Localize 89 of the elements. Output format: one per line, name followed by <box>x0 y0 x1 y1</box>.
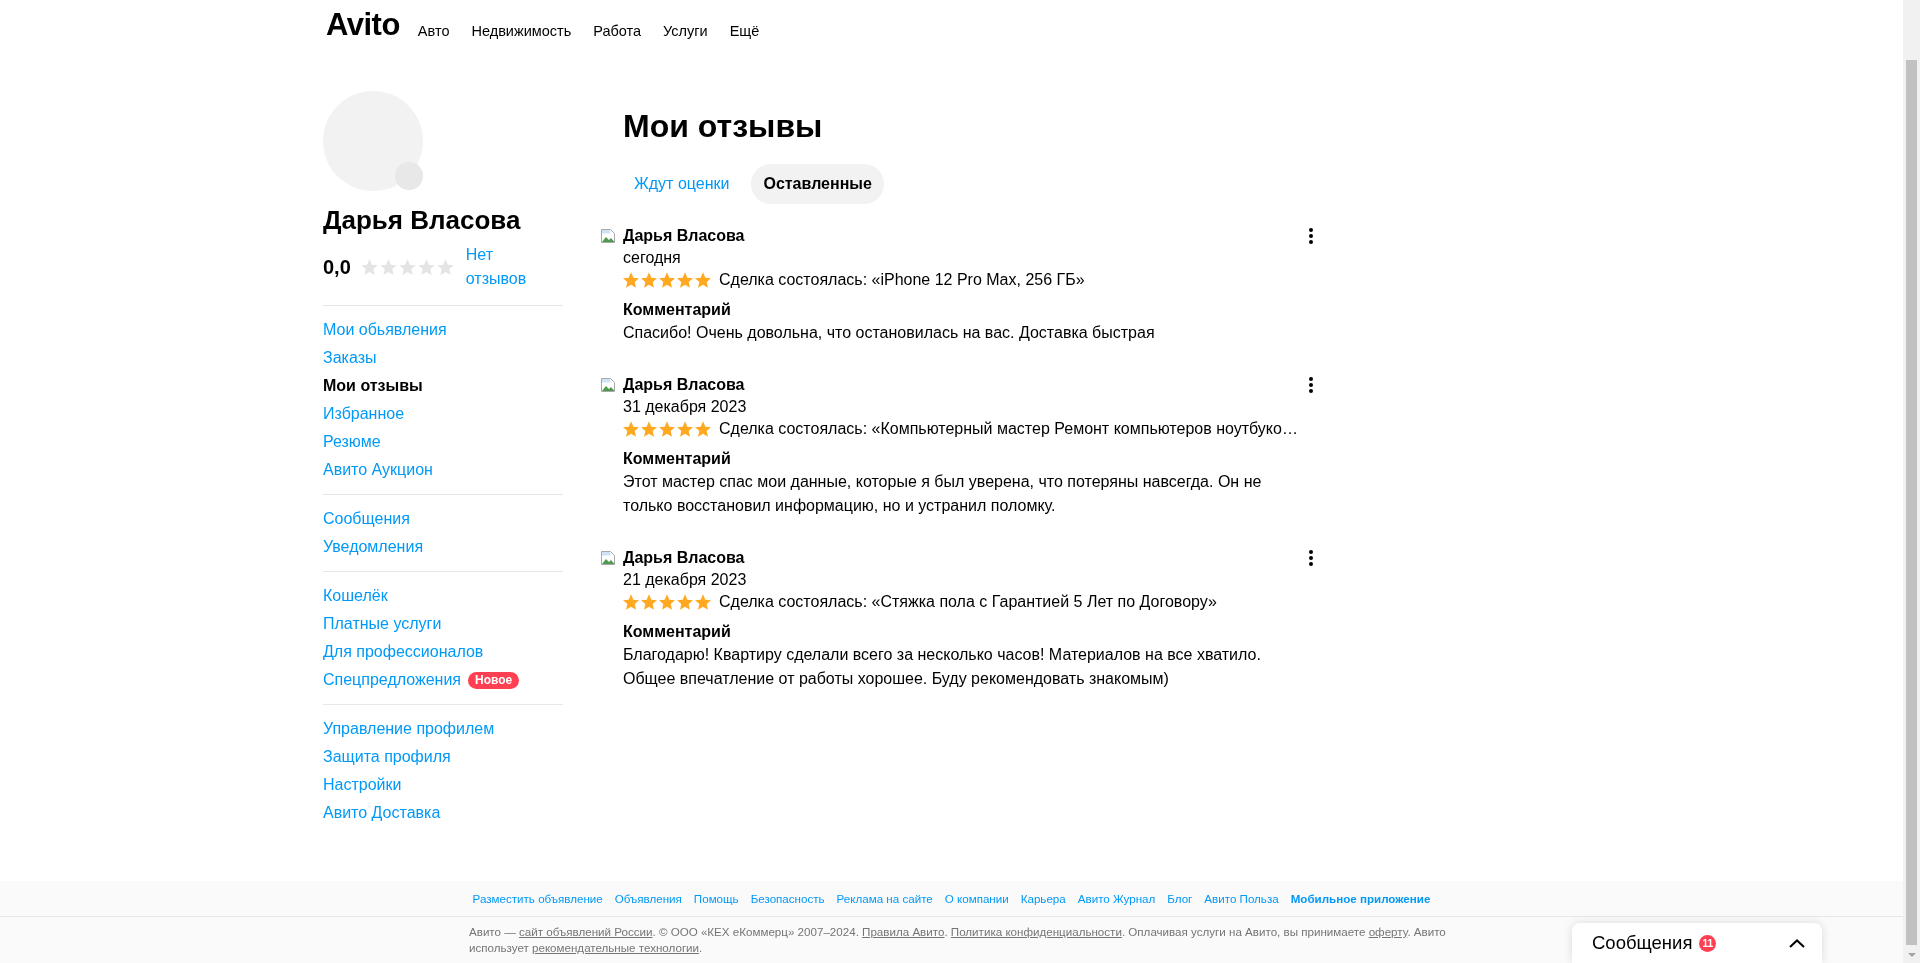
review-date: 21 декабря 2023 <box>623 570 748 590</box>
star-icon <box>623 421 639 437</box>
legal-link[interactable]: Политика конфиденциальности <box>950 925 1122 938</box>
footer-link[interactable]: Безопасность <box>750 892 825 905</box>
nav-link[interactable]: Недвижимость <box>471 23 572 39</box>
tab[interactable]: Оставленные <box>751 164 884 204</box>
star-icon <box>436 259 454 275</box>
star-icon <box>641 594 657 610</box>
sidebar-link[interactable]: Спецпредложения <box>323 666 461 694</box>
broken-image-icon <box>600 228 616 244</box>
more-options-icon[interactable] <box>1309 550 1313 566</box>
review-author: Дарья Власова <box>623 226 745 246</box>
broken-image-icon <box>600 377 616 393</box>
footer-link[interactable]: Мобильное приложение <box>1290 892 1431 905</box>
broken-image-icon <box>600 550 616 566</box>
page-title: Мои отзывы <box>623 107 824 146</box>
sidebar-link[interactable]: Авито Аукцион <box>323 456 433 484</box>
sidebar-link[interactable]: Для профессионалов <box>323 638 484 666</box>
sidebar-link[interactable]: Кошелёк <box>323 582 388 610</box>
star-icon <box>695 272 711 288</box>
sidebar-link[interactable]: Защита профиля <box>323 743 451 771</box>
star-icon <box>677 272 693 288</box>
star-icon <box>695 594 711 610</box>
star-icon <box>641 421 657 437</box>
rating-value: 0,0 <box>323 255 351 279</box>
comment-text: Этот мастер спас мои данные, которые я был уверена, что потеряны навсегда. Он не только восстановил информацию, но и устранил поломку. <box>623 472 1263 516</box>
sidebar-link[interactable]: Авито Доставка <box>323 799 441 827</box>
footer-link[interactable]: Блог <box>1167 892 1193 905</box>
star-icon <box>677 421 693 437</box>
sidebar-link[interactable]: Мои обьявления <box>323 316 447 344</box>
sidebar-link[interactable]: Сообщения <box>323 505 410 533</box>
footer-link[interactable]: Реклама на сайте <box>836 892 933 905</box>
footer-link[interactable]: Разместить объявление <box>472 892 603 905</box>
nav-link[interactable]: Ещё <box>729 23 760 39</box>
nav-link[interactable]: Авто <box>417 23 450 39</box>
sidebar-link[interactable]: Резюме <box>323 428 381 456</box>
star-icon <box>379 259 397 275</box>
footer-link[interactable]: Авито Журнал <box>1077 892 1156 905</box>
sidebar-link[interactable]: Платные услуги <box>323 610 442 638</box>
star-icon <box>398 259 416 275</box>
copyright-text: Авито — сайт объявлений России. © ООО «КЕХ еКоммерц» 2007–2024. Правила Авито. Политика конфиденциальности. Оплачивая услуги на Авито, вы принимаете оферту. Авито использует рекомендательные технологии. <box>469 924 1447 956</box>
sidebar-link[interactable]: Управление профилем <box>323 715 495 743</box>
star-icon <box>659 272 675 288</box>
nav-link[interactable]: Работа <box>593 23 642 39</box>
footer-link[interactable]: Помощь <box>693 892 739 905</box>
messages-bar[interactable]: Сообщения 11 <box>1572 923 1822 963</box>
new-badge: Новое <box>468 671 520 689</box>
footer-link[interactable]: Авито Польза <box>1204 892 1279 905</box>
deal-title: Сделка состоялась: «iPhone 12 Pro Max, 256 ГБ» <box>719 270 1085 290</box>
review-author: Дарья Власова <box>623 548 745 568</box>
footer-link[interactable]: О компании <box>944 892 1009 905</box>
star-icon <box>360 259 378 275</box>
star-icon <box>623 272 639 288</box>
comment-heading: Комментарий <box>623 300 732 320</box>
footer-link[interactable]: Объявления <box>614 892 682 905</box>
more-options-icon[interactable] <box>1309 377 1313 393</box>
scrollbar-thumb[interactable] <box>1906 60 1917 945</box>
deal-title: Сделка состоялась: «Компьютерный мастер Ремонт компьютеров ноутбуко… <box>719 419 1298 439</box>
site-logo[interactable]: Avito <box>326 9 400 41</box>
footer-link[interactable]: Карьера <box>1020 892 1066 905</box>
star-icon <box>659 594 675 610</box>
scrollbar[interactable] <box>1903 0 1920 963</box>
comment-text: Спасибо! Очень довольна, что остановилась на вас. Доставка быстрая <box>623 323 1156 343</box>
messages-title: Сообщения <box>1592 932 1693 954</box>
sidebar-link[interactable]: Уведомления <box>323 533 424 561</box>
deal-title: Сделка состоялась: «Стяжка пола с Гарантией 5 Лет по Договору» <box>719 592 1217 612</box>
unread-count-badge: 11 <box>1699 934 1717 952</box>
comment-heading: Комментарий <box>623 449 732 469</box>
sidebar-link[interactable]: Мои отзывы <box>323 372 423 400</box>
star-icon <box>417 259 435 275</box>
star-icon <box>659 421 675 437</box>
sidebar-link[interactable]: Настройки <box>323 771 402 799</box>
review-author: Дарья Власова <box>623 375 745 395</box>
review-date: 31 декабря 2023 <box>623 397 748 417</box>
sidebar-link[interactable]: Заказы <box>323 344 377 372</box>
more-options-icon[interactable] <box>1309 228 1313 244</box>
chevron-up-icon[interactable] <box>1789 938 1805 948</box>
sidebar-link[interactable]: Избранное <box>323 400 405 428</box>
profile-name: Дарья Власова <box>323 204 522 236</box>
star-icon <box>641 272 657 288</box>
star-icon <box>677 594 693 610</box>
review-date: сегодня <box>623 248 682 268</box>
reviews-link[interactable]: Нет отзывов <box>465 243 536 291</box>
nav-link[interactable]: Услуги <box>663 23 708 39</box>
comment-heading: Комментарий <box>623 622 732 642</box>
star-icon <box>695 421 711 437</box>
tab[interactable]: Ждут оценки <box>622 164 742 204</box>
comment-text: Благодарю! Квартиру сделали всего за несколько часов! Материалов на все хватило. Общее впечатление от работы хорошее. Буду рекомендовать знакомым) <box>623 645 1262 689</box>
star-icon <box>623 594 639 610</box>
